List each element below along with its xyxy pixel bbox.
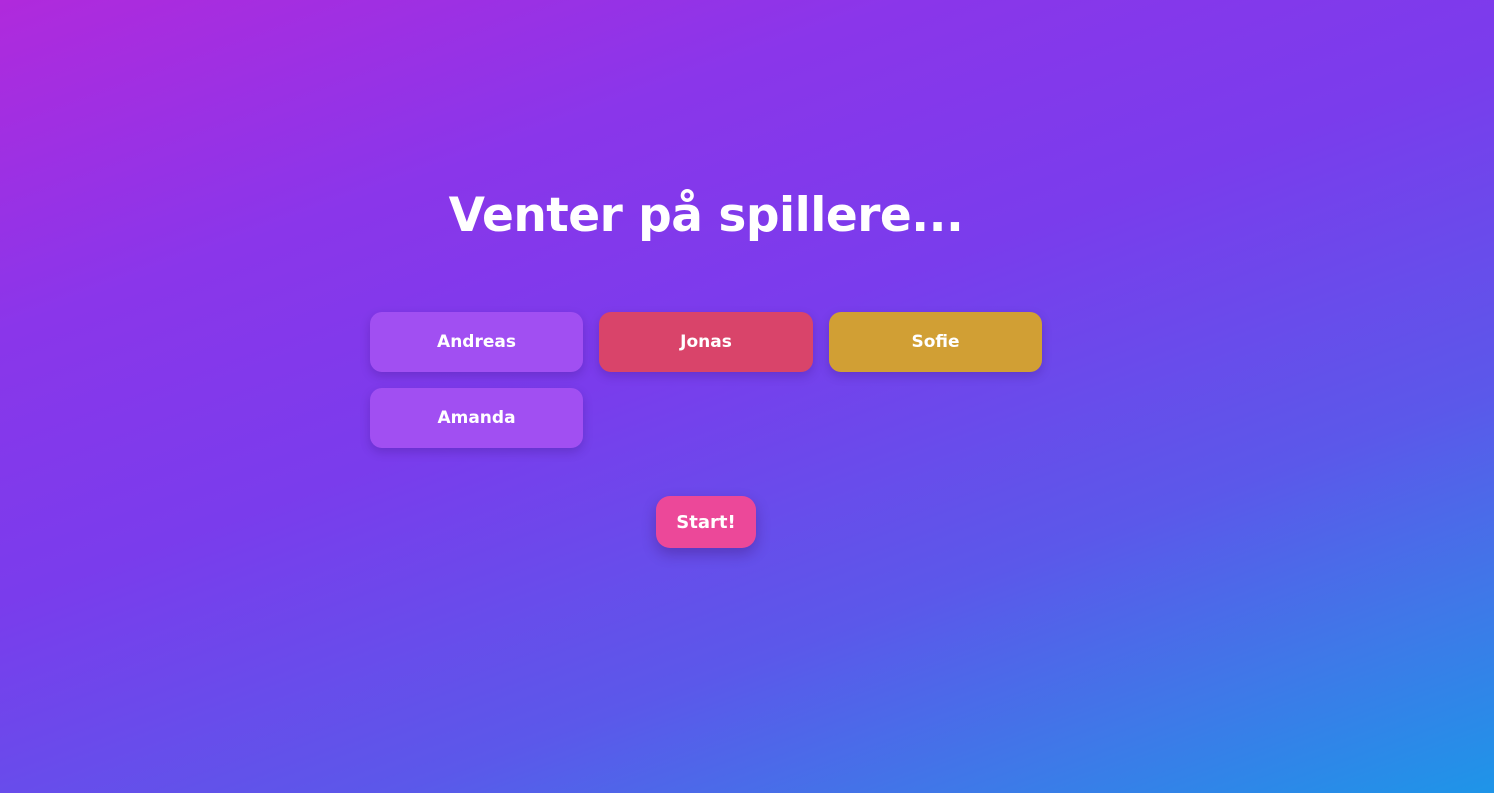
player-card: Sofie	[829, 312, 1042, 372]
player-card: Jonas	[599, 312, 813, 372]
player-card: Amanda	[370, 388, 583, 448]
player-list: Andreas Jonas Sofie Amanda	[370, 312, 1042, 448]
player-card: Andreas	[370, 312, 583, 372]
start-button[interactable]: Start!	[656, 496, 756, 548]
page-title: Venter på spillere...	[448, 188, 964, 243]
